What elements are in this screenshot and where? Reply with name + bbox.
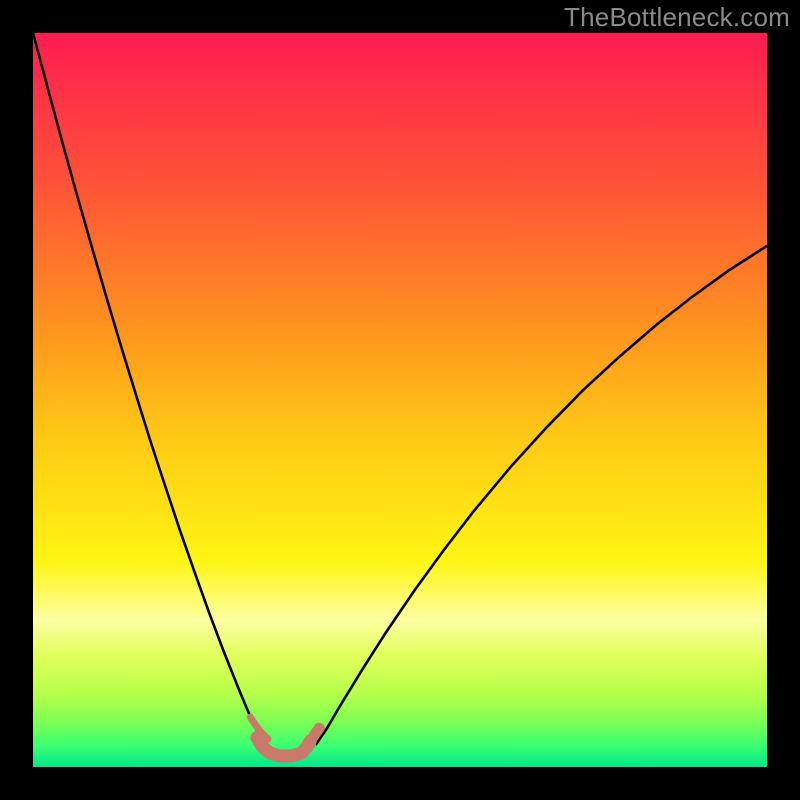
- plot-area: [33, 33, 767, 767]
- chart-background: [33, 33, 767, 767]
- chart-svg: [33, 33, 767, 767]
- chart-frame: TheBottleneck.com: [0, 0, 800, 800]
- watermark-text: TheBottleneck.com: [564, 2, 790, 33]
- series-valley-marker-right-dot: [314, 728, 319, 735]
